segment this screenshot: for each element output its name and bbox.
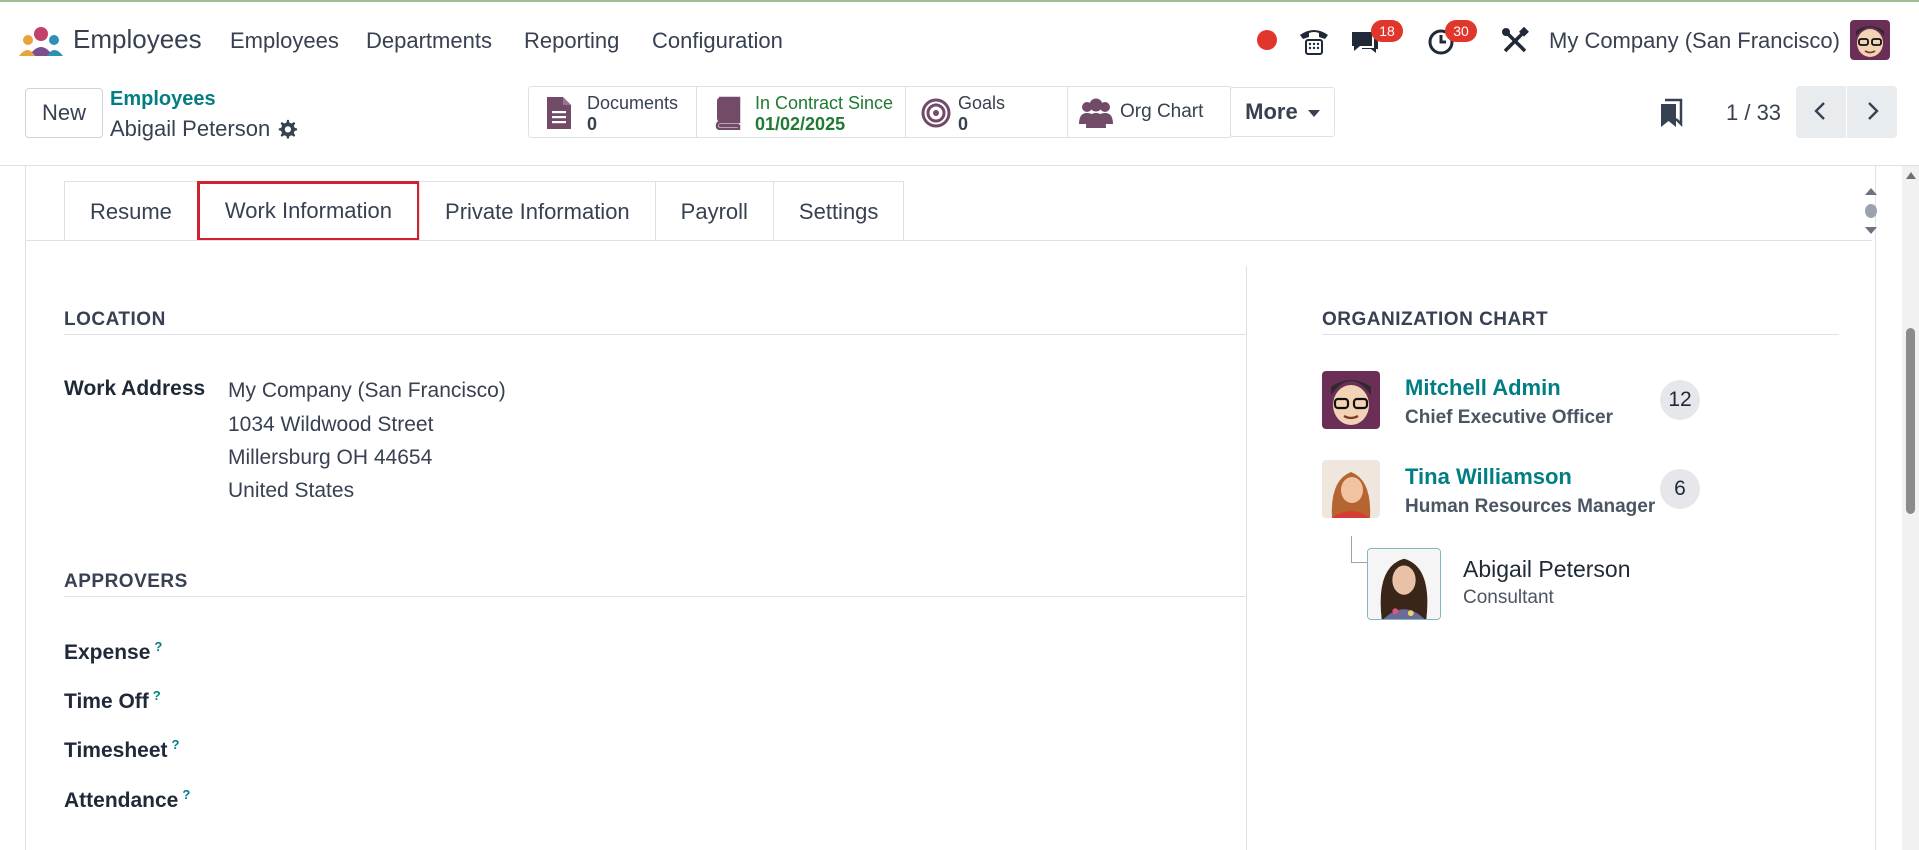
more-dropdown[interactable]: More <box>1230 87 1335 137</box>
time-off-approver-label: Time Off? <box>64 688 161 713</box>
approvers-section-line <box>64 596 1246 597</box>
tabs-divider <box>26 240 1872 241</box>
org-subordinates-count-1[interactable]: 12 <box>1660 380 1700 420</box>
phone-icon[interactable] <box>1297 24 1331 58</box>
contract-label: In Contract Since <box>755 93 894 113</box>
messages-badge: 18 <box>1371 20 1403 42</box>
tab-payroll[interactable]: Payroll <box>654 181 774 241</box>
tab-scroll-arrows[interactable] <box>1864 186 1878 236</box>
org-self-name: Abigail Peterson <box>1463 556 1631 582</box>
documents-label: Documents <box>587 93 679 113</box>
company-switcher[interactable]: My Company (San Francisco) <box>1549 28 1840 54</box>
scrollbar-thumb[interactable] <box>1906 328 1915 514</box>
org-self-job: Consultant <box>1463 587 1554 608</box>
goals-count: 0 <box>958 114 969 134</box>
org-chart-label: Org Chart <box>1120 101 1204 122</box>
menu-reporting[interactable]: Reporting <box>524 28 619 54</box>
location-section-line <box>64 334 1246 335</box>
org-chart-smart-button[interactable]: Org Chart <box>1067 86 1231 138</box>
org-manager-name-2[interactable]: Tina Williamson <box>1405 464 1572 490</box>
scroll-up-arrow[interactable] <box>1906 172 1916 179</box>
help-tooltip-icon[interactable]: ? <box>182 787 190 802</box>
expense-approver-label: Expense? <box>64 639 163 664</box>
contract-date: 01/02/2025 <box>755 114 846 134</box>
page-scrollbar[interactable] <box>1902 166 1919 850</box>
employees-app-icon[interactable] <box>19 26 63 56</box>
target-icon <box>921 98 951 128</box>
chevron-right-icon <box>1868 101 1879 120</box>
new-button[interactable]: New <box>25 88 103 138</box>
recording-indicator[interactable] <box>1257 30 1277 50</box>
bookmark-icon[interactable] <box>1658 98 1684 128</box>
book-icon <box>715 96 741 130</box>
documents-count: 0 <box>587 114 598 134</box>
control-panel: New Employees Abigail Peterson Documents… <box>0 78 1919 166</box>
pager-previous-button[interactable] <box>1796 86 1846 138</box>
timesheet-approver-label: Timesheet? <box>64 737 180 762</box>
column-divider <box>1246 266 1247 850</box>
abigail-peterson-avatar <box>1367 548 1441 620</box>
breadcrumb-current: Abigail Peterson <box>110 116 271 141</box>
contract-smart-button[interactable]: In Contract Since 01/02/2025 <box>696 86 906 138</box>
org-chart-section-line <box>1322 334 1839 335</box>
tab-resume[interactable]: Resume <box>64 181 198 241</box>
location-section-title: LOCATION <box>64 309 166 330</box>
org-manager-job-2: Human Resources Manager <box>1405 496 1656 517</box>
tina-williamson-avatar[interactable] <box>1322 460 1380 518</box>
debug-tools-icon[interactable] <box>1498 24 1532 58</box>
menu-configuration[interactable]: Configuration <box>652 28 783 54</box>
help-tooltip-icon[interactable]: ? <box>153 688 161 703</box>
approvers-section-title: APPROVERS <box>64 571 188 592</box>
form-sheet: Resume Work Information Private Informat… <box>25 166 1878 850</box>
help-tooltip-icon[interactable]: ? <box>154 639 162 654</box>
org-connector-vertical <box>1351 536 1352 562</box>
tab-settings[interactable]: Settings <box>772 181 905 241</box>
pager-value[interactable]: 1 / 33 <box>1726 100 1781 126</box>
gear-icon[interactable] <box>276 118 298 140</box>
activities-badge: 30 <box>1445 20 1477 42</box>
tab-work-information[interactable]: Work Information <box>196 181 421 241</box>
notebook-tabs: Resume Work Information Private Informat… <box>64 181 905 241</box>
documents-smart-button[interactable]: Documents 0 <box>528 86 697 138</box>
user-avatar[interactable] <box>1850 20 1890 60</box>
org-subordinates-count-2[interactable]: 6 <box>1660 469 1700 509</box>
work-address-line-2: 1034 Wildwood Street <box>228 413 434 436</box>
org-manager-job-1: Chief Executive Officer <box>1405 407 1614 428</box>
chevron-left-icon <box>1814 101 1825 120</box>
menu-departments[interactable]: Departments <box>366 28 492 54</box>
pager-next-button[interactable] <box>1847 86 1897 138</box>
goals-label: Goals <box>958 93 1006 113</box>
work-address-line-3: Millersburg OH 44654 <box>228 446 433 469</box>
attendance-approver-label: Attendance? <box>64 787 191 812</box>
users-icon <box>1079 98 1113 128</box>
goals-smart-button[interactable]: Goals 0 <box>905 86 1068 138</box>
work-address-label: Work Address <box>64 377 206 400</box>
mitchell-admin-avatar[interactable] <box>1322 371 1380 429</box>
tab-private-information[interactable]: Private Information <box>419 181 656 241</box>
help-tooltip-icon[interactable]: ? <box>172 737 180 752</box>
breadcrumb-parent[interactable]: Employees <box>110 88 216 111</box>
more-label: More <box>1245 99 1298 124</box>
work-address-line-4: United States <box>228 479 355 502</box>
work-address-line-1[interactable]: My Company (San Francisco) <box>228 379 506 403</box>
org-chart-section-title: ORGANIZATION CHART <box>1322 309 1549 330</box>
top-navbar: Employees Employees Departments Reportin… <box>0 0 1919 78</box>
document-icon <box>547 97 571 129</box>
org-connector-horizontal <box>1351 562 1367 563</box>
org-manager-name-1[interactable]: Mitchell Admin <box>1405 375 1561 401</box>
app-name[interactable]: Employees <box>73 24 202 55</box>
menu-employees[interactable]: Employees <box>230 28 339 54</box>
caret-down-icon <box>1307 109 1320 117</box>
